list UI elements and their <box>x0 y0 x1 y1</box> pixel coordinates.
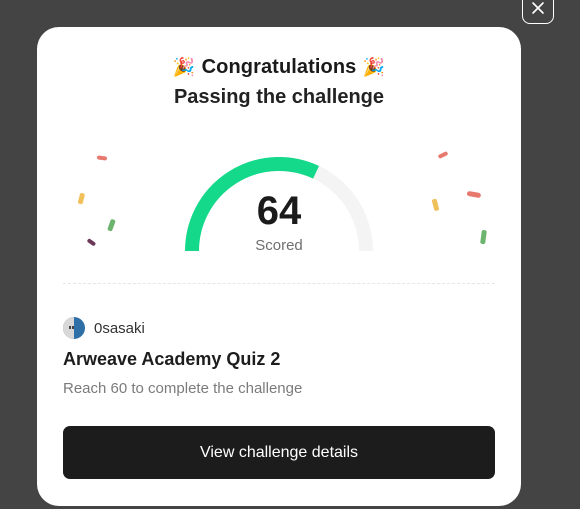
score-label: Scored <box>255 237 303 254</box>
modal-title: 🎉 Congratulations 🎉 <box>37 56 521 79</box>
username: 0sasaki <box>94 319 145 337</box>
creator-row: 0sasaki <box>63 317 145 339</box>
challenge-title: Arweave Academy Quiz 2 <box>63 349 281 369</box>
title-text: Congratulations <box>201 56 357 78</box>
party-popper-icon: 🎉 <box>362 57 386 77</box>
close-button[interactable] <box>522 0 554 24</box>
close-icon <box>532 2 544 14</box>
modal-subtitle: Passing the challenge <box>173 86 385 108</box>
challenge-description: Reach 60 to complete the challenge <box>63 380 303 397</box>
divider <box>63 283 495 284</box>
party-popper-icon: 🎉 <box>172 57 196 77</box>
score-value: 64 <box>256 189 302 233</box>
avatar <box>63 317 85 339</box>
view-challenge-details-button[interactable]: View challenge details <box>63 426 495 479</box>
confetti-piece <box>438 151 448 159</box>
confetti-piece <box>97 155 107 161</box>
challenge-result-modal: 🎉 Congratulations 🎉 Passing the challeng… <box>37 27 521 506</box>
